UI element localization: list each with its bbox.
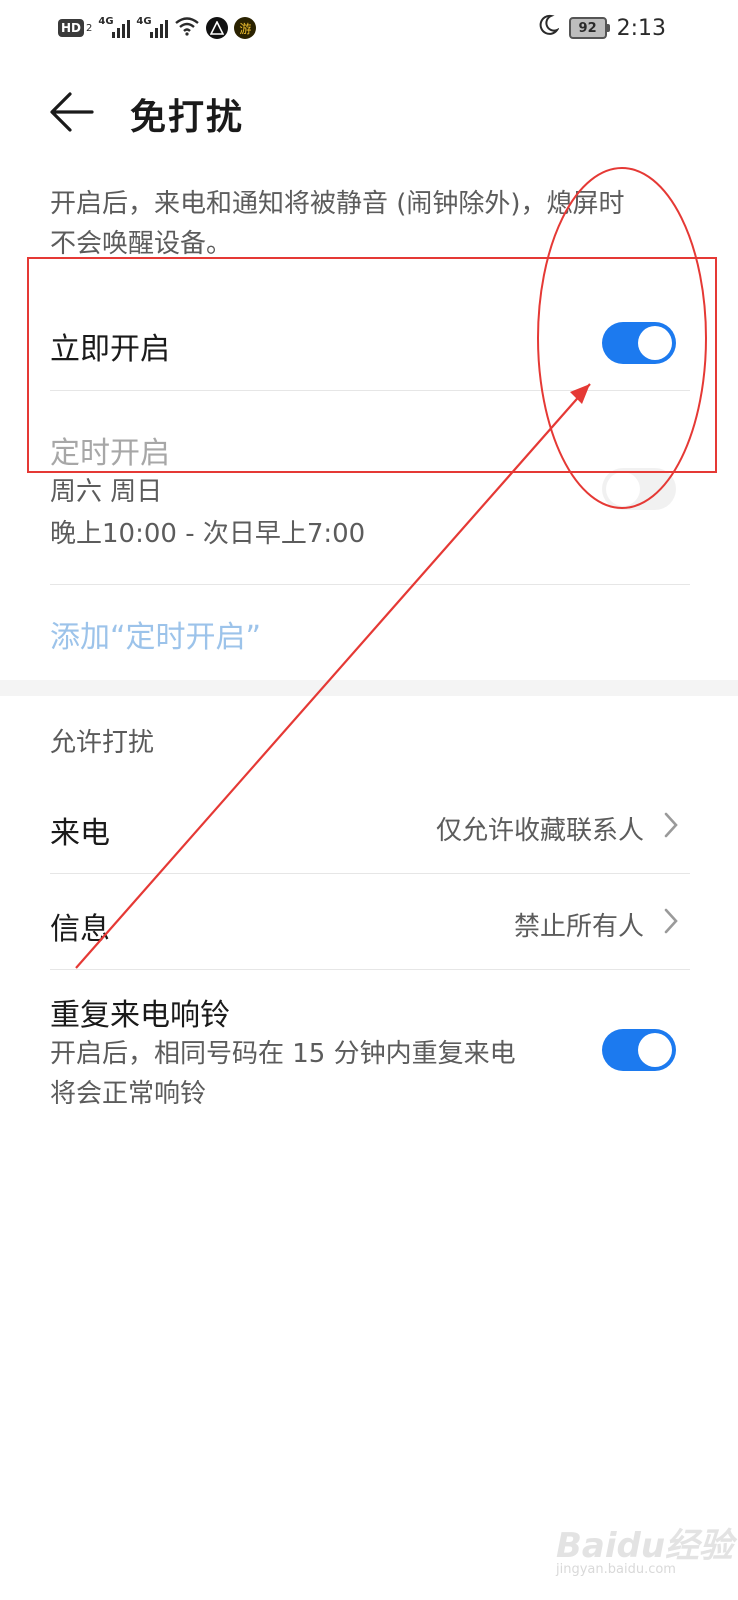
watermark-url: jingyan.baidu.com: [556, 1562, 676, 1577]
signal-icon: 4G: [98, 16, 131, 38]
sim-slot-label: 2: [86, 22, 93, 34]
divider: [50, 873, 690, 874]
scheduled-label: 定时开启: [50, 436, 170, 471]
section-gap: [0, 680, 738, 696]
signal-icon: 4G: [136, 16, 169, 38]
immediate-toggle[interactable]: [602, 322, 676, 364]
arrow-left-icon: [50, 92, 94, 132]
repeat-calls-desc: 将会正常响铃: [50, 1079, 207, 1109]
repeat-calls-toggle[interactable]: [602, 1029, 676, 1071]
page-title: 免打扰: [130, 97, 245, 138]
toggle-knob: [606, 472, 640, 506]
description-text: 开启后，来电和通知将被静音 (闹钟除外)，熄屏时 不会唤醒设备。: [50, 184, 690, 264]
hd-icon: HD: [58, 19, 85, 37]
watermark-logo: Baidu经验: [556, 1526, 734, 1566]
moon-icon: [537, 14, 560, 42]
toggle-knob: [638, 326, 672, 360]
calls-label: 来电: [50, 816, 110, 851]
chevron-right-icon: [664, 812, 678, 838]
app-icon: [206, 17, 229, 39]
status-bar: HD 2 4G 4G 游 92 2:13: [0, 0, 738, 56]
annotation-arrowhead: [570, 384, 590, 404]
clock-time: 2:13: [616, 15, 666, 41]
calls-value: 仅允许收藏联系人: [435, 816, 644, 846]
toggle-knob: [638, 1033, 672, 1067]
back-button[interactable]: [46, 86, 98, 138]
scheduled-toggle[interactable]: [602, 468, 676, 510]
wifi-icon: [174, 16, 200, 40]
messages-value: 禁止所有人: [513, 912, 644, 942]
status-left: HD 2 4G 4G 游: [58, 14, 257, 42]
app-icon: 游: [234, 17, 257, 39]
section-title-allow: 允许打扰: [50, 728, 155, 758]
chevron-right-icon: [664, 908, 678, 934]
add-schedule-link[interactable]: 添加“定时开启”: [50, 612, 261, 656]
status-right: 92 2:13: [537, 14, 666, 42]
scheduled-time-range: 晚上10:00 - 次日早上7:00: [50, 519, 366, 549]
repeat-calls-label: 重复来电响铃: [50, 998, 230, 1033]
repeat-calls-desc: 开启后，相同号码在 15 分钟内重复来电: [50, 1039, 516, 1069]
network-type-label: 4G: [98, 16, 114, 27]
scheduled-days: 周六 周日: [50, 477, 163, 507]
immediate-label: 立即开启: [50, 332, 170, 367]
network-type-label: 4G: [136, 16, 152, 27]
divider: [50, 390, 690, 391]
battery-icon: 92: [568, 17, 610, 39]
divider: [50, 969, 690, 970]
description-line: 不会唤醒设备。: [50, 229, 233, 259]
divider: [50, 584, 690, 585]
description-line: 开启后，来电和通知将被静音 (闹钟除外)，熄屏时: [50, 189, 625, 219]
messages-label: 信息: [50, 912, 110, 947]
